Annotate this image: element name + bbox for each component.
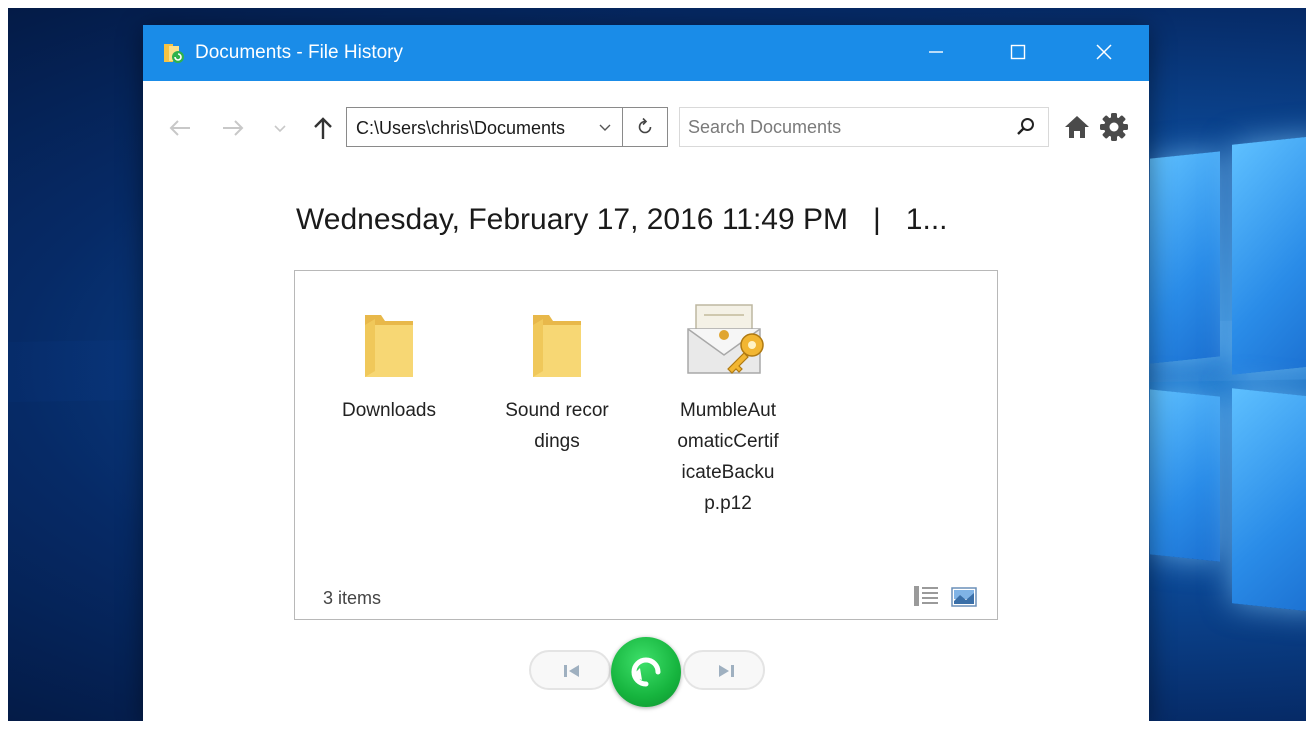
certificate-key-icon xyxy=(687,304,764,374)
folder-icon xyxy=(533,315,581,377)
recent-locations-chevron-down-icon[interactable] xyxy=(265,113,295,143)
previous-version-button[interactable] xyxy=(529,650,611,690)
address-bar[interactable]: C:\Users\chris\Documents xyxy=(346,107,668,147)
files-pane: Downloads Sound recordings MumbleAutomat… xyxy=(294,270,998,620)
file-history-app-icon xyxy=(164,44,184,63)
folder-icon xyxy=(365,315,413,377)
up-arrow-icon[interactable] xyxy=(308,113,338,143)
search-icon[interactable] xyxy=(1015,116,1037,138)
minimize-button[interactable] xyxy=(913,25,959,81)
file-item-certificate[interactable]: MumbleAutomaticCertificateBackup.p12 xyxy=(658,289,798,519)
search-input[interactable] xyxy=(688,116,998,138)
file-history-window: Documents - File History C:\Users\chris\… xyxy=(143,25,1149,721)
snapshot-date-heading: Wednesday, February 17, 2016 11:49 PM | … xyxy=(296,203,948,236)
search-box[interactable] xyxy=(679,107,1049,147)
window-title: Documents - File History xyxy=(195,42,403,63)
refresh-icon xyxy=(638,117,652,134)
refresh-button[interactable] xyxy=(622,108,668,146)
next-version-icon xyxy=(719,665,734,677)
windows-logo-pane-top-right xyxy=(1232,135,1314,375)
close-button[interactable] xyxy=(1081,25,1127,81)
file-item-downloads[interactable]: Downloads xyxy=(319,289,459,426)
next-version-button[interactable] xyxy=(683,650,765,690)
file-name: Downloads xyxy=(342,400,436,421)
maximize-button[interactable] xyxy=(995,25,1041,81)
back-arrow-icon[interactable] xyxy=(165,113,195,143)
windows-logo-pane-top-left xyxy=(1150,151,1220,364)
title-bar[interactable]: Documents - File History xyxy=(143,25,1149,81)
restore-button[interactable] xyxy=(611,637,681,707)
file-name: Sound recordings xyxy=(505,400,609,452)
details-view-icon[interactable] xyxy=(912,584,940,608)
previous-version-icon xyxy=(564,665,579,677)
address-path[interactable]: C:\Users\chris\Documents xyxy=(356,118,592,139)
address-dropdown-chevron-icon[interactable] xyxy=(597,120,613,136)
forward-arrow-icon[interactable] xyxy=(218,113,248,143)
item-count: 3 items xyxy=(323,588,382,608)
home-icon[interactable] xyxy=(1063,113,1091,141)
gear-icon[interactable] xyxy=(1098,111,1130,143)
file-name: MumbleAutomaticCertificateBackup.p12 xyxy=(677,400,779,514)
file-item-sound-recordings[interactable]: Sound recordings xyxy=(487,289,627,457)
windows-logo-pane-bottom-left xyxy=(1150,389,1220,562)
large-icons-view-icon[interactable] xyxy=(951,587,977,607)
windows-logo-pane-bottom-right xyxy=(1232,388,1314,613)
restore-icon xyxy=(631,657,661,687)
